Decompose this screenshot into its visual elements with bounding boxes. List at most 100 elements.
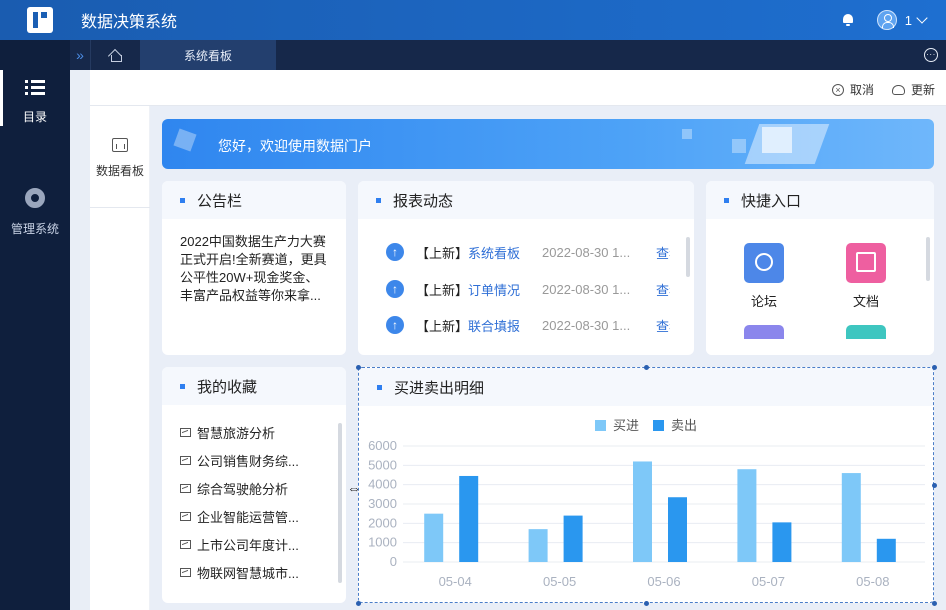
favorite-label: 智慧旅游分析 [197,425,276,441]
bar-buy [424,513,444,562]
arrow-up-icon: ↑ [386,280,404,298]
bar-sell [772,522,792,562]
active-indicator [0,70,3,126]
subnav-item-data-board[interactable]: 数据看板 [90,134,150,208]
resize-handle[interactable] [356,365,361,370]
sub-nav: 数据看板 [90,106,150,610]
arrow-up-icon: ↑ [386,316,404,334]
favorite-label: 物联网智慧城市... [197,565,299,581]
buy-sell-chart-card[interactable]: 买进卖出明细 买进 卖出 0 1000 2000 3000 4000 5000 6000 05-0… [358,367,934,603]
list-item[interactable]: ↑ 【上新】订单情况 2022-08-30 1... 查看 [358,279,694,299]
banner-cube-decoration [682,129,692,139]
report-tag: 【上新】 [416,245,469,261]
resize-handle[interactable] [644,601,649,606]
resize-handle[interactable] [932,365,937,370]
scrollbar[interactable] [338,423,342,583]
sidebar-item-management[interactable]: 管理系统 [0,188,70,237]
update-button[interactable]: 更新 [892,81,935,98]
y-tick-label: 5000 [368,457,397,472]
card-title: 公告栏 [197,192,243,210]
view-link[interactable]: 查看 [656,316,670,335]
x-tick-label: 05-07 [752,574,785,589]
x-tick-label: 05-06 [647,574,680,589]
chart-title: 买进卖出明细 [394,379,485,397]
card-header-dot [376,197,381,203]
favorites-card: 我的收藏 智慧旅游分析 公司销售财务综... 综合驾驶舱分析 企业智能运营管..… [162,367,346,603]
sidebar-item-label: 管理系统 [10,222,59,236]
chart-icon [180,483,191,493]
bell-icon[interactable] [841,13,855,27]
bar-sell [563,515,583,562]
update-label: 更新 [911,83,936,97]
view-link[interactable]: 查看 [656,280,670,299]
list-item[interactable]: ↑ 【上新】联合填报 2022-08-30 1... 查看 [358,315,694,335]
notice-content[interactable]: 2022中国数据生产力大赛正式开启!全新赛道，更具公平性20W+现金奖金、丰富产… [162,219,346,319]
list-item[interactable]: 企业智能运营管... [180,507,299,525]
expand-icon[interactable]: » [70,47,90,63]
dashboard-icon [112,138,128,152]
cloud-upload-icon [892,84,905,95]
resize-handle[interactable] [932,483,937,488]
app-title: 数据决策系统 [81,14,178,31]
report-name[interactable]: 系统看板 [468,246,520,261]
shortcut-label[interactable]: 论坛 [734,291,794,310]
report-name[interactable]: 订单情况 [468,283,520,298]
bar-chart: 买进 卖出 0 1000 2000 3000 4000 5000 6000 05-04 05-05 0… [368,418,925,589]
user-avatar-icon[interactable] [876,10,897,30]
document-shortcut-icon[interactable] [846,243,886,283]
list-item[interactable]: 上市公司年度计... [180,535,299,553]
banner-cube-decoration [732,139,746,153]
x-tick-label: 05-04 [439,574,472,589]
favorite-label: 公司销售财务综... [197,453,299,469]
bar-sell [876,538,896,562]
report-title: 【上新】系统看板 [416,243,526,262]
card-header-dot [180,197,185,203]
card-header: 公告栏 [162,181,346,219]
tab-bar: » 系统看板 ··· [70,40,946,70]
scrollbar[interactable] [686,237,690,277]
bar-sell [459,475,479,562]
y-tick-label: 4000 [368,477,397,492]
report-dynamics-card: 报表动态 ↑ 【上新】系统看板 2022-08-30 1... 查看 ↑ 【上新… [358,181,694,355]
user-name[interactable]: 1 [905,13,912,28]
list-item[interactable]: 公司销售财务综... [180,451,299,469]
app-logo-icon[interactable] [27,7,53,33]
cancel-button[interactable]: × 取消 [832,81,874,98]
sidebar-item-label: 目录 [22,110,47,124]
resize-handle[interactable] [644,365,649,370]
legend-swatch [595,420,606,431]
resize-handle[interactable] [932,601,937,606]
legend-swatch [653,420,664,431]
x-tick-label: 05-08 [856,574,889,589]
report-name[interactable]: 联合填报 [468,319,520,334]
card-title: 快捷入口 [741,192,802,210]
bar-sell [668,497,687,562]
y-tick-label: 2000 [368,515,397,530]
sidebar-item-catalog[interactable]: 目录 [0,70,70,126]
report-tag: 【上新】 [416,282,469,298]
resize-handle[interactable] [356,601,361,606]
tab-home[interactable] [90,40,140,70]
shortcut-label[interactable]: 文档 [836,291,896,310]
scrollbar[interactable] [926,237,930,281]
more-icon[interactable]: ··· [924,48,938,62]
view-link[interactable]: 查看 [656,243,670,262]
legend-label: 买进 [613,418,639,433]
favorite-label: 综合驾驶舱分析 [197,481,289,497]
list-item[interactable]: 物联网智慧城市... [180,563,299,581]
card-header: 买进卖出明细 [359,368,933,406]
card-title: 我的收藏 [197,378,258,396]
list-item[interactable]: 智慧旅游分析 [180,423,275,441]
close-circle-icon: × [832,83,844,96]
bar-buy [528,529,548,562]
favorite-label: 企业智能运营管... [197,509,299,525]
tab-system-board[interactable]: 系统看板 [140,40,276,70]
list-item[interactable]: 综合驾驶舱分析 [180,479,288,497]
list-item[interactable]: ↑ 【上新】系统看板 2022-08-30 1... 查看 [358,242,694,262]
chart-icon [180,567,191,577]
chevron-down-icon[interactable] [916,12,928,24]
forum-shortcut-icon[interactable] [744,243,784,283]
y-tick-label: 0 [390,554,397,569]
welcome-banner: 您好，欢迎使用数据门户 [162,119,934,169]
notice-card: 公告栏 2022中国数据生产力大赛正式开启!全新赛道，更具公平性20W+现金奖金… [162,181,346,355]
